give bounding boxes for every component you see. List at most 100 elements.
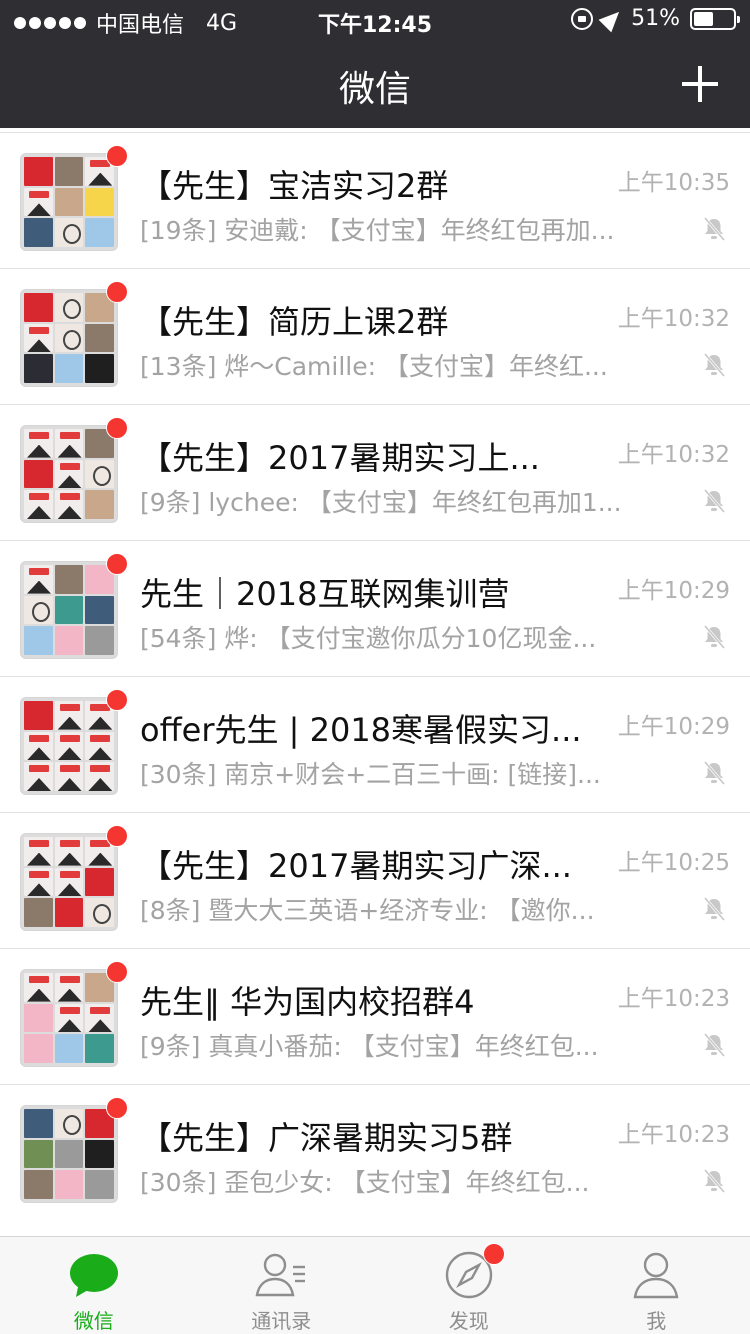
chat-preview: [30条] 歪包少女: 【支付宝】年终红包... xyxy=(140,1168,590,1197)
tab-label: 发现 xyxy=(448,1309,489,1333)
chat-title: 【先生】简历上课2群 xyxy=(140,303,449,341)
avatar-tile xyxy=(24,1139,53,1169)
avatar-tile xyxy=(24,354,53,383)
avatar-tile xyxy=(85,595,114,625)
chat-preview: [8条] 暨大大三英语+经济专业: 【邀你... xyxy=(140,896,595,925)
avatar-tile xyxy=(54,595,84,625)
avatar-tile xyxy=(24,157,53,186)
chat-time: 上午10:29 xyxy=(617,714,730,740)
tab-badge-dot xyxy=(482,1243,505,1265)
tab-label: 我 xyxy=(646,1309,667,1333)
navigation-bar: 微信 xyxy=(0,40,750,128)
chat-list[interactable]: 【先生】宝洁实习2群 上午10:35 [19条] 安迪戴: 【支付宝】年终红包再加.… xyxy=(0,132,750,1236)
avatar-tile xyxy=(24,898,53,927)
chat-row[interactable]: 【先生】2017暑期实习上... 上午10:32 [9条] lychee: 【支付宝… xyxy=(0,405,750,541)
avatar-tile xyxy=(54,1109,84,1138)
avatar-tile xyxy=(24,1034,53,1063)
avatar-tile xyxy=(54,218,84,247)
group-avatar xyxy=(20,153,118,251)
avatar-tile xyxy=(54,490,84,519)
avatar-tile xyxy=(85,898,114,927)
chat-title: 先生｜2018互联网集训营 xyxy=(140,575,510,613)
chat-preview: [54条] 烨: 【支付宝邀你瓜分10亿现金... xyxy=(140,624,597,653)
chat-title: offer先生 | 2018寒暑假实习... xyxy=(140,711,582,749)
avatar-tile xyxy=(24,973,53,1002)
group-avatar xyxy=(20,969,118,1067)
tab-contacts[interactable]: 通讯录 xyxy=(188,1237,376,1334)
tab-person[interactable]: 我 xyxy=(563,1237,750,1334)
mute-bell-icon xyxy=(700,215,728,243)
chat-row[interactable]: 【先生】简历上课2群 上午10:32 [13条] 烨～Camille: 【支付宝】年… xyxy=(0,269,750,405)
chat-title: 【先生】广深暑期实习5群 xyxy=(140,1119,513,1157)
chat-row[interactable]: 先生‖ 华为国内校招群4 上午10:23 [9条] 真真小番茄: 【支付宝】年终红包… xyxy=(0,949,750,1085)
avatar-tile xyxy=(54,898,84,927)
chat-row[interactable]: 先生｜2018互联网集训营 上午10:29 [54条] 烨: 【支付宝邀你瓜分10亿… xyxy=(0,541,750,677)
avatar-tile xyxy=(54,323,84,353)
tab-chat-bubble[interactable]: 微信 xyxy=(0,1237,188,1334)
avatar-tile xyxy=(85,762,114,791)
avatar-tile xyxy=(54,1034,84,1063)
chat-row[interactable]: 【先生】宝洁实习2群 上午10:35 [19条] 安迪戴: 【支付宝】年终红包再加.… xyxy=(0,133,750,269)
chat-time: 上午10:25 xyxy=(617,850,730,876)
chat-time: 上午10:23 xyxy=(617,1122,730,1148)
group-avatar xyxy=(20,425,118,523)
avatar-tile xyxy=(54,626,84,655)
contacts-icon xyxy=(255,1249,307,1301)
avatar-tile xyxy=(24,1170,53,1199)
avatar-tile xyxy=(54,429,84,458)
top-bar: 中国电信 4G 下午12:45 51% 微信 xyxy=(0,0,750,128)
tab-bar: 微信 通讯录 发现 我 xyxy=(0,1236,750,1334)
chat-row[interactable]: offer先生 | 2018寒暑假实习... 上午10:29 [30条] 南京+财会… xyxy=(0,677,750,813)
avatar-tile xyxy=(54,867,84,897)
avatar-tile xyxy=(54,187,84,217)
avatar-tile xyxy=(24,595,53,625)
avatar-tile xyxy=(85,187,114,217)
page-title: 微信 xyxy=(338,69,411,110)
chat-title: 【先生】宝洁实习2群 xyxy=(140,167,449,205)
location-arrow-icon xyxy=(598,5,626,32)
avatar-tile xyxy=(85,323,114,353)
rotation-lock-icon xyxy=(571,7,594,30)
battery-icon xyxy=(690,7,740,30)
avatar-tile xyxy=(54,1003,84,1033)
avatar-tile xyxy=(24,837,53,866)
mute-bell-icon xyxy=(700,1167,728,1195)
avatar-tile xyxy=(24,218,53,247)
battery-percent: 51% xyxy=(631,6,680,31)
mute-bell-icon xyxy=(700,1031,728,1059)
avatar-tile xyxy=(54,973,84,1002)
chat-preview: [9条] 真真小番茄: 【支付宝】年终红包... xyxy=(140,1032,599,1061)
person-icon xyxy=(630,1249,682,1301)
avatar-tile xyxy=(85,1139,114,1169)
chat-title: 【先生】2017暑期实习广深... xyxy=(140,847,572,885)
group-avatar xyxy=(20,833,118,931)
avatar-tile xyxy=(24,490,53,519)
avatar-tile xyxy=(24,565,53,594)
status-bar: 中国电信 4G 下午12:45 51% xyxy=(0,0,750,40)
chat-row[interactable]: 【先生】2017暑期实习广深... 上午10:25 [8条] 暨大大三英语+经济专业… xyxy=(0,813,750,949)
chat-row[interactable]: 【先生】广深暑期实习5群 上午10:23 [30条] 歪包少女: 【支付宝】年终红包… xyxy=(0,1085,750,1221)
unread-dot xyxy=(106,961,128,983)
chat-preview: [19条] 安迪戴: 【支付宝】年终红包再加... xyxy=(140,216,615,245)
avatar-tile xyxy=(24,867,53,897)
avatar-tile xyxy=(24,1109,53,1138)
unread-dot xyxy=(106,825,128,847)
avatar-tile xyxy=(24,187,53,217)
battery-fill xyxy=(694,11,714,26)
avatar-tile xyxy=(24,731,53,761)
tab-compass[interactable]: 发现 xyxy=(375,1237,563,1334)
group-avatar xyxy=(20,561,118,659)
unread-dot xyxy=(106,553,128,575)
avatar-tile xyxy=(54,354,84,383)
avatar-tile xyxy=(85,490,114,519)
avatar-tile xyxy=(24,626,53,655)
unread-dot xyxy=(106,281,128,303)
mute-bell-icon xyxy=(700,759,728,787)
avatar-tile xyxy=(85,1003,114,1033)
group-avatar xyxy=(20,289,118,387)
chat-time: 上午10:23 xyxy=(617,986,730,1012)
mute-bell-icon xyxy=(700,623,728,651)
mute-bell-icon xyxy=(700,487,728,515)
add-button[interactable] xyxy=(682,66,718,102)
tab-label: 微信 xyxy=(73,1309,114,1333)
